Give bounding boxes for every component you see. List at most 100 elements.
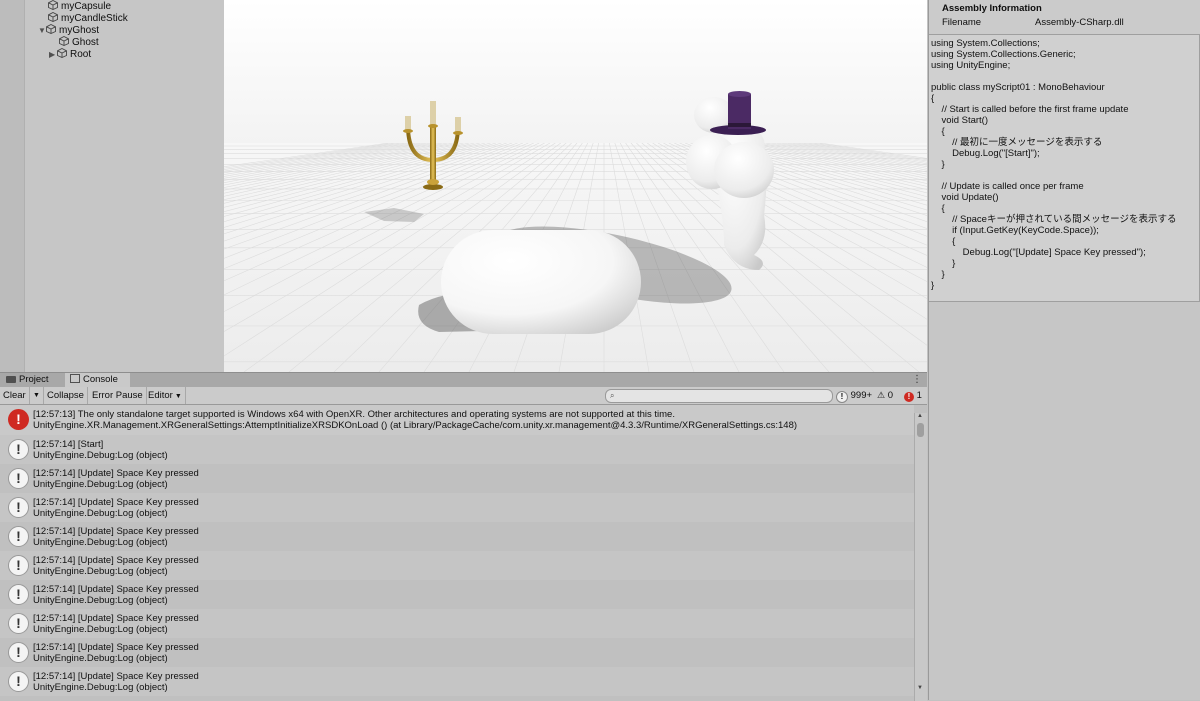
- code-line: // 最初に一度メッセージを表示する: [931, 137, 1103, 148]
- entry-message: [12:57:14] [Update] Space Key pressed: [33, 642, 199, 653]
- code-line: using System.Collections.Generic;: [931, 49, 1076, 60]
- info-icon: !: [8, 526, 29, 547]
- console-entry[interactable]: ! [12:57:14] [Update] Space Key pressed Un…: [0, 464, 914, 493]
- error-count: 1: [916, 390, 922, 401]
- folder-icon: [6, 376, 16, 383]
- entry-message: [12:57:14] [Start]: [33, 439, 104, 450]
- gameobject-cube-icon: [59, 35, 69, 46]
- code-line: }: [931, 269, 945, 280]
- info-icon: !: [8, 642, 29, 663]
- assembly-info-title: Assembly Information: [942, 3, 1042, 14]
- scroll-up-icon[interactable]: ▲: [917, 413, 923, 419]
- code-line: Debug.Log("[Start]");: [931, 148, 1040, 159]
- entry-message: [12:57:14] [Update] Space Key pressed: [33, 497, 199, 508]
- capsule-object[interactable]: [441, 230, 641, 334]
- info-icon: !: [8, 468, 29, 489]
- code-line: }: [931, 159, 945, 170]
- sky: [224, 0, 927, 143]
- warning-count-toggle[interactable]: ⚠ 0: [877, 387, 893, 404]
- info-icon: !: [8, 555, 29, 576]
- code-line: {: [931, 93, 935, 104]
- gameobject-cube-icon: [46, 23, 56, 34]
- clear-dropdown-icon[interactable]: ▼: [30, 387, 44, 404]
- hierarchy-item-label: Root: [70, 49, 92, 60]
- entry-message: [12:57:13] The only standalone target su…: [33, 409, 675, 420]
- hierarchy-item-label: myGhost: [59, 25, 100, 36]
- gameobject-cube-icon: [48, 0, 58, 10]
- code-line: }: [931, 280, 935, 291]
- console-icon: [70, 374, 80, 383]
- script-preview: using System.Collections; using System.Co…: [929, 34, 1200, 302]
- inspector-panel: Assembly Information Filename Assembly-C…: [928, 0, 1200, 700]
- console-entry[interactable]: ! [12:57:14] [Start] UnityEngine.Debug:Log…: [0, 435, 914, 464]
- scrollbar-thumb[interactable]: [917, 423, 924, 437]
- info-icon: !: [8, 613, 29, 634]
- kebab-menu-icon[interactable]: ⋮: [912, 373, 922, 387]
- code-line: // Spaceキーが押されている間メッセージを表示する: [931, 214, 1177, 225]
- code-line: using System.Collections;: [931, 38, 1040, 49]
- console-entry[interactable]: ! [12:57:14] [Update] Space Key pressed Un…: [0, 638, 914, 667]
- code-line: {: [931, 126, 945, 137]
- hierarchy-item-label: myCandleStick: [61, 13, 128, 24]
- console-entry[interactable]: ! [12:57:14] [Update] Space Key pressed Un…: [0, 580, 914, 609]
- error-count-toggle[interactable]: ! 1: [904, 387, 922, 404]
- console-entry[interactable]: ! [12:57:14] [Update] Space Key pressed Un…: [0, 522, 914, 551]
- editor-dropdown[interactable]: Editor ▼: [145, 387, 186, 404]
- assembly-info-header: Assembly Information Filename Assembly-C…: [929, 0, 1200, 35]
- code-line: Debug.Log("[Update] Space Key pressed");: [931, 247, 1146, 258]
- error-pause-button[interactable]: Error Pause: [89, 387, 147, 404]
- tab-bar: Project Console ⋮: [0, 373, 927, 387]
- console-entry[interactable]: ! [12:57:14] [Update] Space Key pressed Un…: [0, 609, 914, 638]
- code-line: // Update is called once per frame: [931, 181, 1084, 192]
- hierarchy-panel: myCapsule myCandleStick ▼ myGhost Ghost ▶…: [0, 0, 224, 372]
- code-line: // Start is called before the first fram…: [931, 104, 1129, 115]
- entry-stacktrace: UnityEngine.Debug:Log (object): [33, 566, 168, 577]
- tab-project[interactable]: Project: [6, 373, 49, 387]
- entry-message: [12:57:14] [Update] Space Key pressed: [33, 526, 199, 537]
- info-icon: !: [836, 391, 848, 403]
- entry-stacktrace: UnityEngine.Debug:Log (object): [33, 450, 168, 461]
- hierarchy-item-root[interactable]: ▶ Root: [49, 47, 92, 61]
- hierarchy-item-mycapsule[interactable]: myCapsule: [48, 0, 111, 12]
- scene-view[interactable]: [224, 0, 927, 372]
- console-log-list: ! [12:57:13] The only standalone target s…: [0, 405, 914, 701]
- console-entry[interactable]: ! [12:57:14] [Update] Space Key pressed Un…: [0, 551, 914, 580]
- chevron-down-icon: ▼: [174, 393, 182, 400]
- log-count-toggle[interactable]: ! 999+: [836, 387, 872, 404]
- console-entry[interactable]: ! [12:57:14] [Update] Space Key pressed Un…: [0, 667, 914, 696]
- tab-label: Project: [19, 374, 49, 385]
- entry-stacktrace: UnityEngine.Debug:Log (object): [33, 479, 168, 490]
- hierarchy-item-mycandlestick[interactable]: myCandleStick: [48, 11, 128, 24]
- expanded-arrow-icon[interactable]: ▼: [38, 25, 46, 37]
- entry-message: [12:57:14] [Update] Space Key pressed: [33, 555, 199, 566]
- code-line: if (Input.GetKey(KeyCode.Space));: [931, 225, 1099, 236]
- console-entry[interactable]: ! [12:57:13] The only standalone target s…: [0, 405, 914, 435]
- editor-label: Editor: [148, 390, 173, 401]
- info-icon: !: [8, 671, 29, 692]
- filename-value: Assembly-CSharp.dll: [1035, 17, 1124, 28]
- hierarchy-item-ghost[interactable]: Ghost: [59, 35, 99, 48]
- filename-label: Filename: [942, 17, 982, 28]
- tab-label: Console: [83, 374, 118, 385]
- entry-message: [12:57:14] [Update] Space Key pressed: [33, 613, 199, 624]
- scroll-down-icon[interactable]: ▼: [917, 685, 923, 691]
- entry-stacktrace: UnityEngine.Debug:Log (object): [33, 537, 168, 548]
- warning-count: 0: [887, 390, 894, 401]
- entry-stacktrace: UnityEngine.Debug:Log (object): [33, 624, 168, 635]
- search-input[interactable]: ⌕: [605, 389, 833, 403]
- console-entry[interactable]: ! [12:57:14] [Update] Space Key pressed Un…: [0, 493, 914, 522]
- tab-console[interactable]: Console: [65, 373, 130, 387]
- scene-render: [224, 0, 927, 372]
- console-scrollbar[interactable]: ▲ ▼: [914, 413, 927, 701]
- gameobject-cube-icon: [48, 11, 58, 22]
- warning-icon: ⚠: [877, 390, 886, 400]
- code-line: void Start(): [931, 115, 989, 126]
- console-window: Project Console ⋮ Clear ▼ Collapse Error…: [0, 372, 927, 701]
- clear-button[interactable]: Clear: [0, 387, 30, 404]
- collapse-button[interactable]: Collapse: [44, 387, 88, 404]
- log-count: 999+: [850, 390, 873, 401]
- hierarchy-item-label: Ghost: [72, 37, 99, 48]
- hierarchy-item-myghost[interactable]: ▼ myGhost: [38, 23, 100, 37]
- collapsed-arrow-icon[interactable]: ▶: [49, 49, 57, 61]
- code-line: void Update(): [931, 192, 999, 203]
